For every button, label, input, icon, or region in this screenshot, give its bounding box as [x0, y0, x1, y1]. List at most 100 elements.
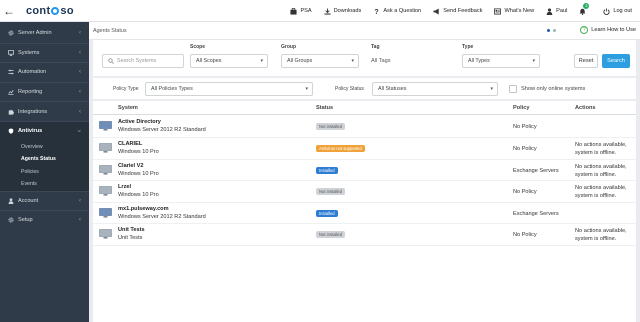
chevron-down-icon: ‹ [79, 49, 81, 56]
caret-down-icon: ▾ [532, 58, 535, 64]
policy-status-select[interactable]: All Statuses ▾ [372, 82, 498, 96]
sidebar-item-reporting[interactable]: Reporting ‹ [0, 83, 89, 102]
sidebar-item-automation[interactable]: Automation ‹ [0, 63, 89, 82]
sidebar-subitem-policies[interactable]: Policies [0, 166, 89, 179]
windows-computer-icon [99, 143, 112, 153]
chevron-down-icon: ‹ [77, 130, 83, 133]
online-only-checkbox[interactable] [509, 85, 517, 93]
dot-active[interactable] [547, 29, 550, 32]
status-badge: Installed [316, 209, 338, 217]
carousel-dots[interactable] [544, 29, 556, 32]
power-icon [603, 7, 610, 15]
policy-type-label: Policy Type [113, 86, 139, 92]
ask-question-label: Ask a Question [383, 8, 422, 14]
tag-select[interactable]: All Tags [371, 58, 391, 64]
sidebar-item-integrations[interactable]: Integrations ‹ [0, 102, 89, 121]
search-icon [108, 58, 114, 64]
user-icon [546, 7, 553, 15]
user-menu[interactable]: Paul [546, 7, 568, 15]
gear-icon [8, 30, 14, 36]
send-feedback-link[interactable]: Send Feedback [433, 7, 482, 15]
sidebar-item-label: Antivirus [18, 128, 43, 135]
notifications-button[interactable]: 3 [579, 2, 590, 15]
sidebar-item-antivirus[interactable]: Antivirus ‹ [0, 121, 89, 141]
actions-text: No actions available, system is offline. [575, 227, 627, 243]
col-policy[interactable]: Policy [513, 105, 529, 111]
policy-value: No Policy [513, 124, 537, 130]
cog-icon [8, 217, 14, 223]
logo[interactable]: cont so [26, 5, 74, 17]
actions-line-1: No actions available, [575, 142, 627, 148]
dot-inactive[interactable] [553, 29, 556, 32]
caret-down-icon: ▾ [305, 86, 308, 92]
col-status[interactable]: Status [316, 105, 333, 111]
policy-value: No Policy [513, 146, 537, 152]
system-name[interactable]: Lrzel [118, 184, 131, 190]
table-row[interactable]: mx1.pulseway.com Windows Server 2012 R2 … [93, 203, 636, 224]
news-icon [494, 7, 502, 15]
table-row[interactable]: Unit Tests Unit Tests Not installed No P… [93, 224, 636, 246]
type-value: All Types [468, 58, 490, 64]
chevron-down-icon: ‹ [79, 30, 81, 37]
system-os: Windows Server 2012 R2 Standard [118, 127, 206, 133]
sidebar-item-account[interactable]: Account ‹ [0, 192, 89, 211]
table-row[interactable]: Lrzel Windows 10 Pro Not installed No Po… [93, 181, 636, 203]
group-select[interactable]: All Groups ▾ [281, 54, 359, 68]
actions-line-2: system is offline. [575, 150, 617, 156]
col-system[interactable]: System [118, 105, 138, 111]
sidebar-item-label: Systems [18, 49, 40, 56]
caret-down-icon: ▾ [260, 58, 263, 64]
windows-computer-icon [99, 121, 112, 131]
top-bar: ← cont so PSA Downloads ? Ask a Question … [0, 0, 640, 22]
downloads-link[interactable]: Downloads [324, 7, 362, 15]
actions-text: No actions available, system is offline. [575, 141, 627, 157]
status-badge: Not installed [316, 123, 346, 130]
search-systems-input[interactable]: Search Systems [102, 54, 184, 68]
group-value: All Groups [287, 58, 313, 64]
status-badge: Antivirus not supported [316, 145, 365, 152]
question-icon: ? [375, 9, 379, 15]
policy-type-select[interactable]: All Policies Types ▾ [145, 82, 313, 96]
reset-button[interactable]: Reset [574, 54, 598, 68]
system-name[interactable]: CLARIEL [118, 141, 142, 147]
chevron-down-icon: ‹ [79, 217, 81, 224]
downloads-label: Downloads [333, 8, 362, 14]
user-name: Paul [556, 8, 568, 14]
system-name[interactable]: Unit Tests [118, 227, 145, 233]
breadcrumb: Agents Status [93, 27, 127, 34]
ask-question-link[interactable]: ? Ask a Question [373, 8, 422, 15]
group-label: Group [281, 44, 296, 50]
system-name[interactable]: mx1.pulseway.com [118, 206, 169, 212]
scope-select[interactable]: All Scopes ▾ [190, 54, 268, 68]
actions-line-1: No actions available, [575, 228, 627, 234]
scope-label: Scope [190, 44, 206, 50]
logout-button[interactable]: Log out [603, 7, 632, 15]
table-row[interactable]: Active Directory Windows Server 2012 R2 … [93, 116, 636, 138]
windows-computer-icon [99, 207, 112, 218]
sidebar-item-systems[interactable]: Systems ‹ [0, 44, 89, 63]
sidebar-subitem-agents-status[interactable]: Agents Status [0, 153, 89, 166]
user-icon [8, 198, 14, 204]
type-select[interactable]: All Types ▾ [462, 54, 540, 68]
sidebar-item-server-admin[interactable]: Server Admin ‹ [0, 24, 89, 43]
status-badge: Installed [316, 166, 338, 174]
online-only-label[interactable]: Show only online systems [521, 86, 585, 92]
antivirus-submenu: Overview Agents Status Policies Events [0, 140, 89, 191]
table-row[interactable]: Clariel V2 Windows 10 Pro Installed Exch… [93, 160, 636, 181]
table-row[interactable]: CLARIEL Windows 10 Pro Antivirus not sup… [93, 138, 636, 160]
col-actions[interactable]: Actions [575, 105, 596, 111]
whats-new-label: What's New [504, 8, 535, 14]
system-name[interactable]: Active Directory [118, 119, 161, 125]
sidebar-subitem-overview[interactable]: Overview [0, 141, 89, 154]
policy-value: No Policy [513, 189, 537, 195]
psa-link[interactable]: PSA [290, 7, 312, 15]
learn-how-to-use-link[interactable]: ? Learn How to Use [580, 26, 636, 34]
system-name[interactable]: Clariel V2 [118, 163, 144, 169]
sidebar-subitem-events[interactable]: Events [0, 178, 89, 191]
download-icon [324, 7, 331, 15]
sidebar-item-setup[interactable]: Setup ‹ [0, 211, 89, 230]
search-button[interactable]: Search [602, 54, 630, 68]
whats-new-link[interactable]: What's New [494, 7, 535, 15]
back-arrow-icon[interactable]: ← [0, 0, 18, 22]
actions-line-1: No actions available, [575, 185, 627, 191]
